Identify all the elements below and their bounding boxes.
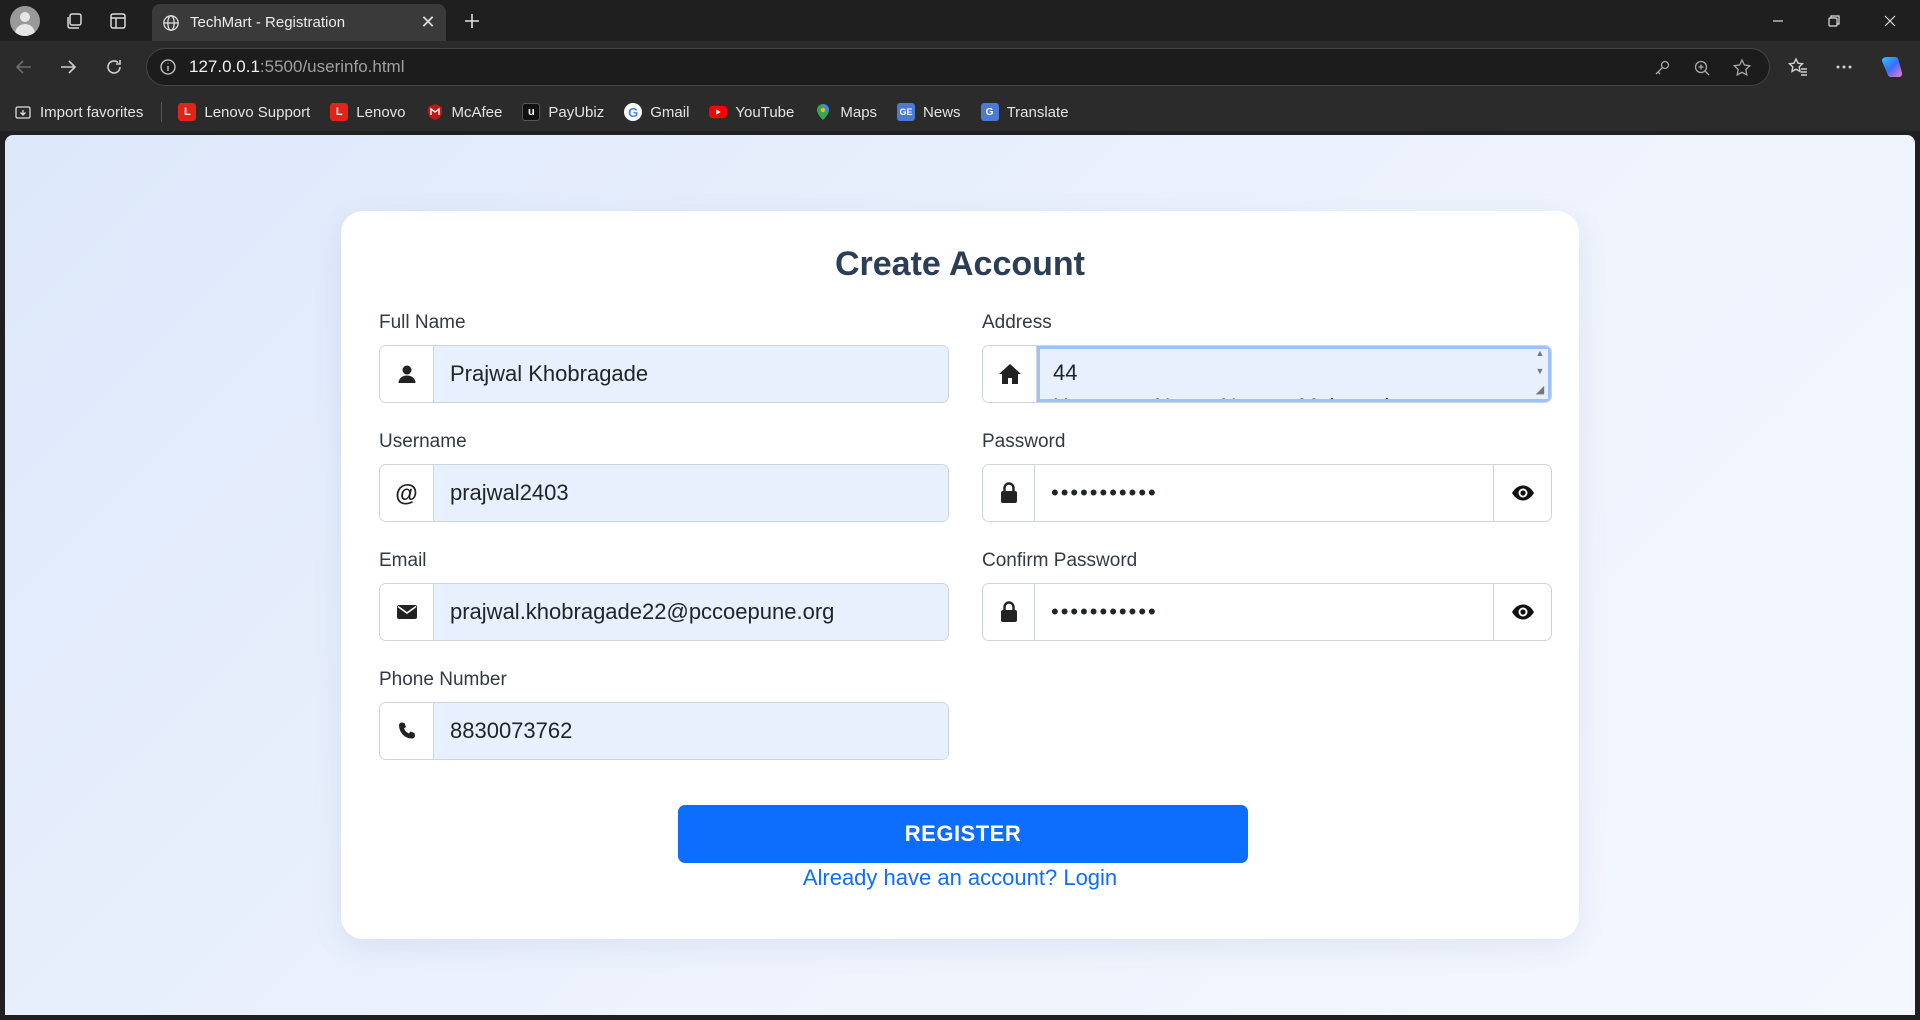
copilot-icon[interactable]: [1876, 51, 1908, 83]
confirm-password-label: Confirm Password: [982, 550, 1138, 571]
email-group: prajwal.khobragade22@pccoepune.org: [379, 583, 949, 641]
username-input[interactable]: prajwal2403: [434, 465, 948, 521]
favorite-gmail[interactable]: G Gmail: [624, 103, 689, 121]
url-text: 127.0.0.1:5500/userinfo.html: [189, 57, 405, 76]
home-icon: [983, 346, 1037, 402]
refresh-icon[interactable]: [98, 51, 130, 83]
favorite-import[interactable]: Import favorites: [14, 103, 143, 121]
globe-icon: [162, 14, 180, 32]
password-field: Password •••••••••••: [982, 430, 1552, 522]
phone-label: Phone Number: [379, 669, 507, 690]
lenovo-icon: L: [178, 103, 197, 121]
favorite-lenovo[interactable]: L Lenovo: [330, 103, 406, 121]
workspaces-icon[interactable]: [60, 7, 88, 35]
full-name-group: Prajwal Khobragade: [379, 345, 949, 403]
full-name-label: Full Name: [379, 312, 466, 333]
phone-input[interactable]: 8830073762: [434, 703, 948, 759]
lenovo-icon: L: [330, 103, 349, 121]
favorite-star-icon[interactable]: [1729, 55, 1755, 81]
favorite-maps[interactable]: Maps: [814, 103, 877, 121]
more-options-icon[interactable]: [1828, 51, 1860, 83]
tab-close-icon[interactable]: ✕: [414, 9, 442, 37]
address-group: 44 Hanuman Nagar Nagpur Maharashtra ▲ ▼ …: [982, 345, 1552, 403]
confirm-password-input[interactable]: •••••••••••: [1035, 584, 1493, 640]
favorite-mcafee[interactable]: McAfee: [426, 103, 502, 121]
register-button[interactable]: REGISTER: [678, 805, 1248, 863]
phone-field: Phone Number 8830073762: [379, 668, 949, 760]
password-input[interactable]: •••••••••••: [1035, 465, 1493, 521]
address-field: Address 44 Hanuman Nagar Nagpur Maharash…: [982, 311, 1552, 403]
eye-icon[interactable]: [1493, 465, 1551, 521]
confirm-password-field: Confirm Password •••••••••••: [982, 549, 1552, 641]
mcafee-icon: [426, 103, 444, 121]
at-icon: @: [380, 465, 434, 521]
site-info-icon[interactable]: [159, 58, 177, 76]
envelope-icon: [380, 584, 434, 640]
page-viewport: Create Account Full Name Prajwal Khobrag…: [5, 135, 1915, 1015]
youtube-icon: [709, 103, 728, 121]
translate-icon: G: [980, 103, 999, 121]
back-icon[interactable]: [8, 51, 40, 83]
payubiz-icon: u: [522, 103, 541, 121]
browser-toolbar: 127.0.0.1:5500/userinfo.html: [0, 41, 1920, 93]
phone-icon: [380, 703, 434, 759]
import-icon: [14, 103, 32, 121]
username-group: @ prajwal2403: [379, 464, 949, 522]
vertical-tabs-icon[interactable]: [104, 7, 132, 35]
browser-tab-bar: TechMart - Registration ✕: [0, 0, 1920, 41]
login-link[interactable]: Already have an account? Login: [341, 865, 1579, 891]
minimize-icon[interactable]: [1750, 0, 1806, 41]
full-name-field: Full Name Prajwal Khobragade: [379, 311, 949, 403]
page-title: Create Account: [834, 245, 1086, 283]
maps-icon: [814, 103, 832, 121]
email-input[interactable]: prajwal.khobragade22@pccoepune.org: [434, 584, 948, 640]
user-icon: [380, 346, 434, 402]
favorite-youtube[interactable]: YouTube: [709, 103, 794, 121]
eye-icon[interactable]: [1493, 584, 1551, 640]
address-line-1: 44: [1053, 360, 1078, 385]
favorites-bar: Import favorites L Lenovo Support L Leno…: [0, 93, 1920, 131]
close-window-icon[interactable]: [1862, 0, 1918, 41]
lock-icon: [983, 465, 1035, 521]
username-label: Username: [379, 431, 467, 452]
full-name-input[interactable]: Prajwal Khobragade: [434, 346, 948, 402]
resize-handle-icon[interactable]: ◢: [1536, 383, 1544, 396]
favorites-icon[interactable]: [1782, 51, 1814, 83]
textarea-scrollbar[interactable]: ▲ ▼ ◢: [1531, 348, 1549, 396]
profile-avatar[interactable]: [10, 6, 40, 36]
new-tab-icon[interactable]: [458, 7, 486, 35]
zoom-icon[interactable]: [1689, 55, 1715, 81]
email-field: Email prajwal.khobragade22@pccoepune.org: [379, 549, 949, 641]
username-field: Username @ prajwal2403: [379, 430, 949, 522]
address-label: Address: [982, 312, 1052, 333]
lock-icon: [983, 584, 1035, 640]
tab-title: TechMart - Registration: [190, 14, 346, 31]
scroll-up-icon[interactable]: ▲: [1536, 348, 1545, 358]
address-line-2: Hanuman Nagar Nagpur Maharashtra: [1053, 394, 1521, 402]
tab-active[interactable]: TechMart - Registration ✕: [152, 4, 446, 41]
favorites-divider: [161, 102, 163, 122]
favorite-payubiz[interactable]: u PayUbiz: [522, 103, 604, 121]
key-icon[interactable]: [1649, 55, 1675, 81]
address-bar[interactable]: 127.0.0.1:5500/userinfo.html: [146, 48, 1770, 86]
favorite-news[interactable]: GE News: [897, 103, 961, 121]
registration-card: Create Account Full Name Prajwal Khobrag…: [341, 211, 1579, 939]
restore-icon[interactable]: [1806, 0, 1862, 41]
google-icon: G: [624, 103, 643, 121]
news-icon: GE: [897, 103, 916, 121]
favorite-translate[interactable]: G Translate: [980, 103, 1069, 121]
confirm-password-group: •••••••••••: [982, 583, 1552, 641]
email-label: Email: [379, 550, 427, 571]
password-label: Password: [982, 431, 1066, 452]
phone-group: 8830073762: [379, 702, 949, 760]
address-textarea[interactable]: 44 Hanuman Nagar Nagpur Maharashtra ▲ ▼ …: [1037, 346, 1551, 402]
scroll-down-icon[interactable]: ▼: [1536, 366, 1545, 376]
password-group: •••••••••••: [982, 464, 1552, 522]
favorite-lenovo-support[interactable]: L Lenovo Support: [178, 103, 310, 121]
forward-icon[interactable]: [52, 51, 84, 83]
